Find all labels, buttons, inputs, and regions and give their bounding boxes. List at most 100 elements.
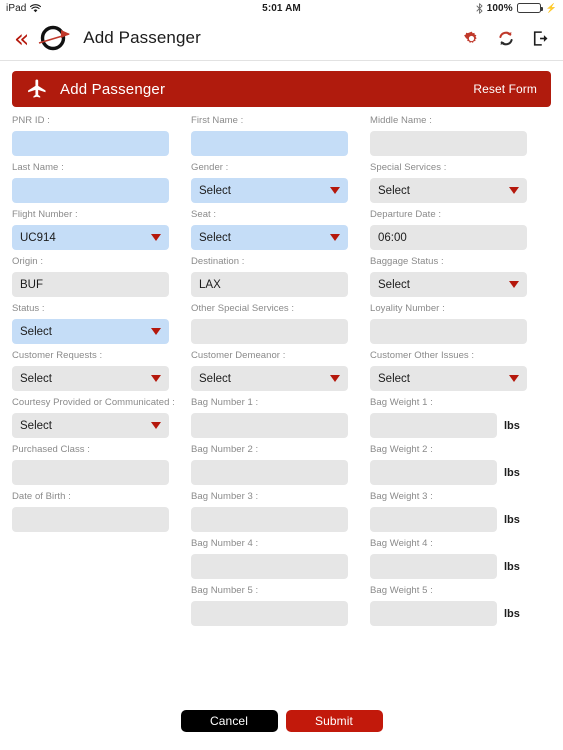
label-date-of-birth: Date of Birth :	[12, 491, 71, 502]
field-destination: Destination : LAX	[191, 256, 348, 297]
field-bag-weight-3: Bag Weight 3 : lbs	[370, 491, 527, 532]
input-departure-date[interactable]: 06:00	[370, 225, 527, 250]
app-nav-bar: « Add Passenger	[0, 16, 563, 61]
value-baggage-status: Select	[378, 278, 410, 291]
field-last-name: Last Name :	[12, 162, 169, 203]
field-bag-number-4: Bag Number 4 :	[191, 538, 348, 579]
value-gender: Select	[199, 184, 231, 197]
input-first-name[interactable]	[191, 131, 348, 156]
select-baggage-status[interactable]: Select	[370, 272, 527, 297]
unit-label-bag-weight-3: lbs	[504, 513, 520, 526]
device-name-label: iPad	[6, 2, 27, 14]
input-origin[interactable]: BUF	[12, 272, 169, 297]
input-loyality-number[interactable]	[370, 319, 527, 344]
label-flight-number: Flight Number :	[12, 209, 78, 220]
label-bag-number-5: Bag Number 5 :	[191, 585, 259, 596]
field-seat: Seat : Select	[191, 209, 348, 250]
select-courtesy-provided-or-communicated[interactable]: Select	[12, 413, 169, 438]
input-bag-weight-3[interactable]	[370, 507, 497, 532]
field-bag-number-3: Bag Number 3 :	[191, 491, 348, 532]
status-bar-right: 100% ⚡	[476, 3, 557, 14]
input-bag-number-1[interactable]	[191, 413, 348, 438]
select-seat[interactable]: Select	[191, 225, 348, 250]
select-customer-demeanor[interactable]: Select	[191, 366, 348, 391]
charging-bolt-icon: ⚡	[545, 2, 557, 13]
input-bag-number-5[interactable]	[191, 601, 348, 626]
select-special-services[interactable]: Select	[370, 178, 527, 203]
panel-title: Add Passenger	[60, 80, 166, 98]
field-departure-date: Departure Date : 06:00	[370, 209, 527, 250]
reset-form-button[interactable]: Reset Form	[473, 82, 537, 96]
field-bag-number-1: Bag Number 1 :	[191, 397, 348, 438]
label-bag-weight-5: Bag Weight 5 :	[370, 585, 433, 596]
field-bag-weight-2: Bag Weight 2 : lbs	[370, 444, 527, 485]
input-date-of-birth[interactable]	[12, 507, 169, 532]
chevron-down-icon	[509, 281, 519, 288]
value-special-services: Select	[378, 184, 410, 197]
field-status: Status : Select	[12, 303, 169, 344]
input-bag-number-3[interactable]	[191, 507, 348, 532]
label-middle-name: Middle Name :	[370, 115, 432, 126]
input-pnr-id[interactable]	[12, 131, 169, 156]
cancel-button[interactable]: Cancel	[180, 710, 278, 732]
battery-percent-label: 100%	[486, 2, 513, 14]
input-bag-weight-5[interactable]	[370, 601, 497, 626]
field-bag-weight-5: Bag Weight 5 : lbs	[370, 585, 527, 626]
settings-gear-icon[interactable]	[463, 30, 480, 47]
chevron-down-icon	[330, 375, 340, 382]
form-column-1: PNR ID : Last Name : Flight Number : UC914 O…	[12, 115, 175, 626]
select-flight-number[interactable]: UC914	[12, 225, 169, 250]
value-customer-demeanor: Select	[199, 372, 231, 385]
input-bag-weight-2[interactable]	[370, 460, 497, 485]
field-purchased-class: Purchased Class :	[12, 444, 169, 485]
field-origin: Origin : BUF	[12, 256, 169, 297]
select-gender[interactable]: Select	[191, 178, 348, 203]
field-courtesy-provided-or-communicated: Courtesy Provided or Communicated : Selec…	[12, 397, 175, 438]
value-seat: Select	[199, 231, 231, 244]
input-purchased-class[interactable]	[12, 460, 169, 485]
input-bag-weight-1[interactable]	[370, 413, 497, 438]
value-status: Select	[20, 325, 52, 338]
field-bag-weight-1: Bag Weight 1 : lbs	[370, 397, 527, 438]
chevron-down-icon	[330, 234, 340, 241]
input-destination[interactable]: LAX	[191, 272, 348, 297]
chevron-down-icon	[509, 375, 519, 382]
chevron-down-icon	[151, 375, 161, 382]
input-other-special-services[interactable]	[191, 319, 348, 344]
input-bag-number-4[interactable]	[191, 554, 348, 579]
label-special-services: Special Services :	[370, 162, 447, 173]
unit-row-bag-weight-3: lbs	[370, 507, 527, 532]
label-bag-number-4: Bag Number 4 :	[191, 538, 259, 549]
field-customer-requests: Customer Requests : Select	[12, 350, 169, 391]
select-status[interactable]: Select	[12, 319, 169, 344]
input-bag-weight-4[interactable]	[370, 554, 497, 579]
field-first-name: First Name :	[191, 115, 348, 156]
field-bag-number-5: Bag Number 5 :	[191, 585, 348, 626]
field-other-special-services: Other Special Services :	[191, 303, 348, 344]
chevron-down-icon	[151, 234, 161, 241]
logout-icon[interactable]	[532, 30, 549, 47]
label-baggage-status: Baggage Status :	[370, 256, 444, 267]
back-button[interactable]: «	[14, 26, 37, 51]
input-last-name[interactable]	[12, 178, 169, 203]
label-destination: Destination :	[191, 256, 245, 267]
label-bag-weight-3: Bag Weight 3 :	[370, 491, 433, 502]
field-baggage-status: Baggage Status : Select	[370, 256, 527, 297]
field-customer-demeanor: Customer Demeanor : Select	[191, 350, 348, 391]
submit-button[interactable]: Submit	[285, 710, 383, 732]
field-bag-weight-4: Bag Weight 4 : lbs	[370, 538, 527, 579]
field-middle-name: Middle Name :	[370, 115, 527, 156]
input-bag-number-2[interactable]	[191, 460, 348, 485]
unit-label-bag-weight-5: lbs	[504, 607, 520, 620]
label-bag-number-1: Bag Number 1 :	[191, 397, 259, 408]
label-bag-weight-2: Bag Weight 2 :	[370, 444, 433, 455]
unit-row-bag-weight-2: lbs	[370, 460, 527, 485]
select-customer-other-issues[interactable]: Select	[370, 366, 527, 391]
field-bag-number-2: Bag Number 2 :	[191, 444, 348, 485]
wifi-icon	[30, 3, 42, 12]
sync-refresh-icon[interactable]	[497, 30, 515, 47]
select-customer-requests[interactable]: Select	[12, 366, 169, 391]
status-bar-left: iPad	[6, 2, 42, 14]
panel-header: Add Passenger Reset Form	[12, 71, 551, 107]
input-middle-name[interactable]	[370, 131, 527, 156]
